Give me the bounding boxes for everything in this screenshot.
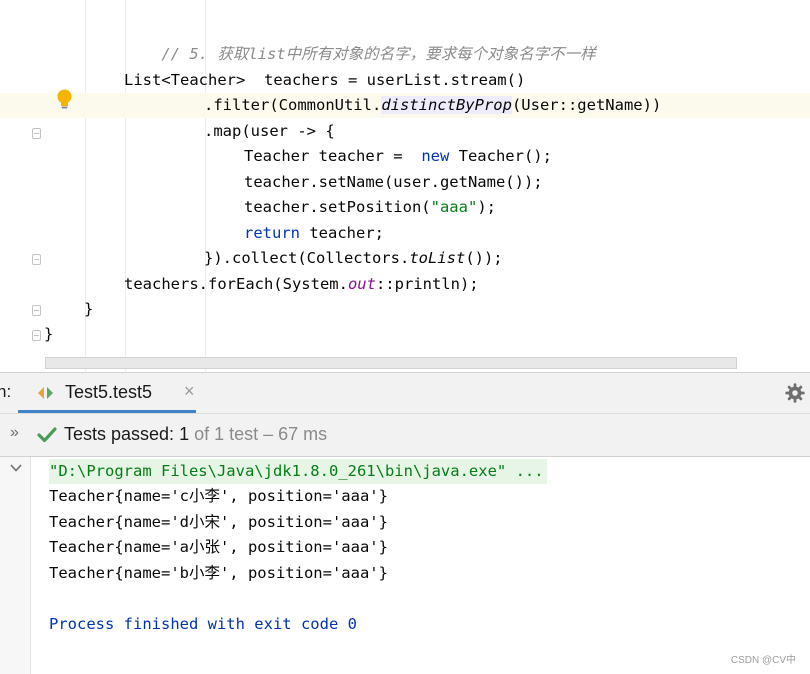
- code-line-3[interactable]: .map(user -> {: [0, 119, 810, 144]
- code-token: );: [477, 198, 496, 216]
- fold-marker-icon[interactable]: [32, 254, 41, 265]
- code-editor[interactable]: // 5. 获取list中所有对象的名字，要求每个对象名字不一样 List<Te…: [0, 0, 810, 372]
- code-line-10[interactable]: }: [0, 297, 810, 322]
- code-token: List<Teacher>: [124, 71, 246, 89]
- code-token-keyword: new: [421, 147, 450, 165]
- code-token: ());: [465, 249, 503, 267]
- comment-text: // 5. 获取list中所有对象的名字，要求每个对象名字不一样: [161, 45, 596, 63]
- horizontal-scrollbar[interactable]: [45, 357, 737, 369]
- code-line-4[interactable]: Teacher teacher = new Teacher();: [0, 144, 810, 169]
- code-line-8[interactable]: }).collect(Collectors.toList());: [0, 246, 810, 271]
- code-line-2-current[interactable]: .filter(CommonUtil.distinctByProp(User::…: [0, 93, 810, 118]
- tab-test5[interactable]: Test5.test5 ×: [18, 373, 196, 413]
- code-token-method: toList: [409, 249, 466, 267]
- code-token: .map(user -> {: [204, 122, 335, 140]
- fold-marker-icon[interactable]: [32, 305, 41, 316]
- collapse-icon[interactable]: [9, 461, 23, 475]
- code-line-9[interactable]: teachers.forEach(System.out::println);: [0, 272, 810, 297]
- test-status-text: Tests passed: 1 of 1 test – 67 ms: [64, 424, 327, 445]
- code-token: }: [44, 325, 54, 343]
- code-token: .filter(CommonUtil.: [204, 96, 382, 114]
- code-token-keyword: return: [244, 224, 300, 242]
- watermark: CSDN @CV中: [730, 655, 796, 666]
- test-passed-label: Tests passed:: [64, 424, 180, 444]
- code-token: }).collect(Collectors.: [204, 249, 410, 267]
- console-output-line: Teacher{name='b小李', position='aaa'}: [49, 564, 388, 582]
- code-token: }: [84, 300, 94, 318]
- close-icon[interactable]: ×: [184, 381, 195, 402]
- tool-window-label: n:: [0, 382, 12, 401]
- code-line-7[interactable]: return teacher;: [0, 221, 810, 246]
- code-token: Teacher teacher =: [244, 147, 422, 165]
- code-line-comment[interactable]: // 5. 获取list中所有对象的名字，要求每个对象名字不一样: [0, 17, 810, 63]
- code-token-string: "aaa": [430, 198, 478, 216]
- run-config-icon: [38, 387, 53, 399]
- code-token: teacher;: [300, 224, 384, 242]
- code-token: (User::getName)): [511, 96, 662, 114]
- code-token: ::println);: [375, 275, 479, 293]
- code-token: Teacher();: [449, 147, 552, 165]
- code-token: teacher.setPosition(: [244, 198, 431, 216]
- console-exit-line: Process finished with exit code 0: [49, 615, 357, 633]
- fold-marker-icon[interactable]: [32, 128, 41, 139]
- console-output-line: Teacher{name='d小宋', position='aaa'}: [49, 513, 388, 531]
- gear-icon[interactable]: [784, 382, 806, 404]
- console-command-line[interactable]: "D:\Program Files\Java\jdk1.8.0_261\bin\…: [49, 459, 547, 484]
- test-count: 1: [179, 424, 190, 444]
- code-token: teacher.setName(user.getName());: [244, 173, 543, 191]
- tab-label: Test5.test5: [65, 382, 153, 402]
- code-line-6[interactable]: teacher.setPosition("aaa");: [0, 195, 810, 220]
- expand-icon[interactable]: »: [10, 424, 19, 442]
- console-output-line: Teacher{name='c小李', position='aaa'}: [49, 487, 388, 505]
- test-detail: of 1 test – 67 ms: [189, 424, 328, 444]
- code-token-method: distinctByProp: [381, 96, 512, 114]
- test-status-bar: » Tests passed: 1 of 1 test – 67 ms: [0, 413, 810, 457]
- console-output-line: Teacher{name='a小张', position='aaa'}: [49, 538, 388, 556]
- code-token: teachers.forEach(System.: [124, 275, 348, 293]
- code-line-11[interactable]: }: [0, 322, 810, 347]
- lightbulb-icon[interactable]: [56, 89, 73, 110]
- console-gutter: [0, 457, 31, 674]
- code-line-1[interactable]: List<Teacher> teachers = userList.stream…: [0, 68, 810, 93]
- fold-marker-icon[interactable]: [32, 330, 41, 341]
- code-line-5[interactable]: teacher.setName(user.getName());: [0, 170, 810, 195]
- checkmark-icon: [37, 427, 57, 443]
- run-tool-window-header: n: Test5.test5 ×: [0, 372, 810, 413]
- code-token: teachers = userList.stream(): [245, 71, 526, 89]
- code-token-field: out: [347, 275, 376, 293]
